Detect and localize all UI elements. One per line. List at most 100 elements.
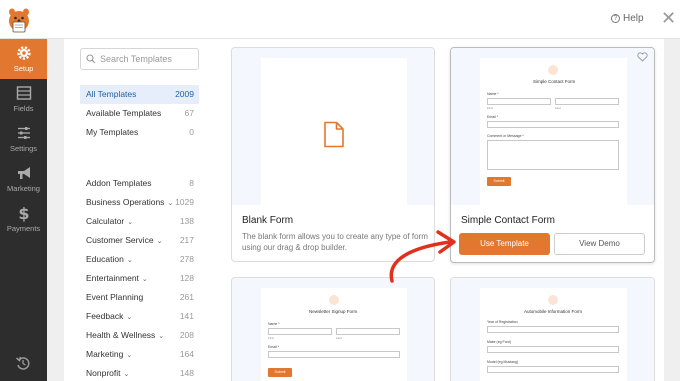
briefcase-form-icon	[548, 295, 558, 305]
blank-document-icon	[324, 121, 344, 148]
chevron-down-icon: ⌄	[156, 238, 163, 245]
category-health-wellness[interactable]: Health & Wellness ⌄ 208	[80, 326, 199, 345]
template-title: Simple Contact Form	[461, 215, 555, 226]
mini-input	[487, 326, 619, 333]
category-label: Business Operations	[86, 197, 165, 207]
view-demo-button[interactable]: View Demo	[554, 233, 645, 255]
category-label: Available Templates	[86, 108, 162, 118]
category-all-templates[interactable]: All Templates 2009	[80, 85, 199, 104]
gear-icon	[16, 46, 31, 60]
template-preview: Newsletter Signup Form Name * First Last…	[232, 278, 434, 381]
mini-input	[487, 366, 619, 373]
category-education[interactable]: Education ⌄ 278	[80, 250, 199, 269]
left-nav: Setup Fields Settings Marketing $ Paymen…	[0, 39, 47, 381]
help-question-icon: ?	[611, 14, 620, 23]
category-count: 1029	[175, 197, 194, 207]
category-count: 67	[184, 108, 194, 118]
category-count: 128	[179, 273, 194, 283]
template-preview: Simple Contact Form Name * First Last Em…	[451, 48, 654, 205]
heart-icon[interactable]	[637, 52, 648, 62]
mini-textarea	[487, 140, 619, 170]
megaphone-icon	[17, 167, 30, 179]
nav-payments[interactable]: $ Payments	[0, 199, 47, 239]
category-entertainment[interactable]: Entertainment ⌄ 128	[80, 269, 199, 288]
mini-field-label: Year of Registration	[487, 320, 518, 324]
chevron-down-icon: ⌄	[126, 352, 133, 359]
template-card-simple-contact[interactable]: Simple Contact Form Name * First Last Em…	[450, 47, 655, 263]
mini-sub-label: Last	[555, 106, 561, 110]
fields-list-icon	[16, 86, 31, 100]
preview-paper: Automobile Information Form Year of Regi…	[480, 288, 627, 381]
category-event-planning[interactable]: Event Planning 261	[80, 288, 199, 307]
category-count: 0	[189, 127, 194, 137]
search-placeholder: Search Templates	[100, 54, 172, 64]
category-nonprofit[interactable]: Nonprofit ⌄ 148	[80, 364, 199, 381]
category-count: 8	[189, 178, 194, 188]
category-feedback[interactable]: Feedback ⌄ 141	[80, 307, 199, 326]
use-template-button[interactable]: Use Template	[459, 233, 550, 255]
nav-setup-label: Setup	[13, 64, 34, 73]
form-icon	[548, 65, 558, 75]
nav-setup[interactable]: Setup	[0, 39, 47, 79]
category-label: Nonprofit	[86, 368, 121, 378]
mini-field-label: Name *	[487, 92, 499, 96]
megaphone-form-icon	[329, 295, 339, 305]
category-label: My Templates	[86, 127, 139, 137]
category-label: Feedback	[86, 311, 124, 321]
mini-field-label: Comment or Message *	[487, 134, 524, 138]
mini-field-label: Email *	[487, 115, 499, 119]
category-count: 138	[179, 216, 194, 226]
search-input[interactable]: Search Templates	[80, 48, 199, 70]
annotation-arrow-icon	[389, 230, 456, 283]
category-label: Education	[86, 254, 124, 264]
category-addon-templates[interactable]: Addon Templates 8	[80, 174, 199, 193]
mini-input	[487, 121, 619, 128]
category-count: 261	[179, 292, 194, 302]
category-count: 2009	[175, 89, 194, 99]
mini-form-title: Newsletter Signup Form	[309, 309, 358, 314]
mini-field-label: Model (eg Mustang)	[487, 360, 519, 364]
mini-sub-label: First	[487, 106, 493, 110]
category-label: Addon Templates	[86, 178, 152, 188]
category-customer-service[interactable]: Customer Service ⌄ 217	[80, 231, 199, 250]
help-label: Help	[623, 13, 644, 24]
nav-settings[interactable]: Settings	[0, 119, 47, 159]
category-marketing[interactable]: Marketing ⌄ 164	[80, 345, 199, 364]
nav-fields-label: Fields	[13, 104, 34, 113]
category-label: Calculator	[86, 216, 125, 226]
mini-field-label: Name *	[268, 322, 280, 326]
nav-marketing[interactable]: Marketing	[0, 159, 47, 199]
category-count: 141	[179, 311, 194, 321]
mini-form-title: Automobile Information Form	[524, 309, 583, 314]
category-label: Entertainment	[86, 273, 139, 283]
search-icon	[86, 54, 96, 64]
chevron-down-icon: ⌄	[158, 333, 165, 340]
mini-input	[268, 351, 400, 358]
chevron-down-icon: ⌄	[167, 200, 174, 207]
sliders-icon	[17, 127, 30, 139]
category-business-operations[interactable]: Business Operations ⌄ 1029	[80, 193, 199, 212]
category-count: 208	[179, 330, 194, 340]
mini-sub-label: Last	[336, 336, 342, 340]
mini-input	[487, 346, 619, 353]
template-card-newsletter[interactable]: Newsletter Signup Form Name * First Last…	[231, 277, 435, 381]
category-my-templates[interactable]: My Templates 0	[80, 123, 199, 142]
category-calculator[interactable]: Calculator ⌄ 138	[80, 212, 199, 231]
help-link[interactable]: ? Help	[611, 13, 644, 24]
category-count: 278	[179, 254, 194, 264]
chevron-down-icon: ⌄	[126, 314, 133, 321]
mini-submit: Submit	[268, 368, 292, 377]
category-available-templates[interactable]: Available Templates 67	[80, 104, 199, 123]
template-card-automobile[interactable]: Automobile Information Form Year of Regi…	[450, 277, 655, 381]
wpforms-logo-icon	[9, 8, 29, 33]
preview-paper: Simple Contact Form Name * First Last Em…	[480, 58, 627, 205]
history-undo-icon[interactable]	[15, 355, 31, 371]
category-count: 148	[179, 368, 194, 378]
close-icon[interactable]: ✕	[661, 9, 676, 27]
chevron-down-icon: ⌄	[123, 371, 130, 378]
preview-paper: Newsletter Signup Form Name * First Last…	[261, 288, 407, 381]
nav-fields[interactable]: Fields	[0, 79, 47, 119]
template-title: Blank Form	[242, 215, 294, 226]
mini-submit: Submit	[487, 177, 511, 186]
category-label: Event Planning	[86, 292, 144, 302]
